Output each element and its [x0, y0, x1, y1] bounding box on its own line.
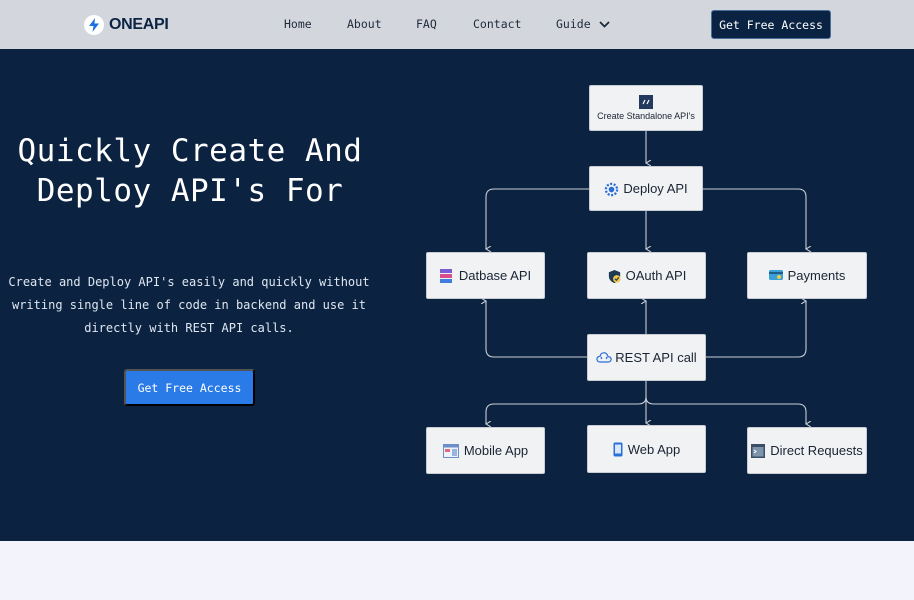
node-mobile-label: Mobile App	[463, 443, 529, 458]
nav-faq[interactable]: FAQ	[416, 17, 437, 31]
payment-card-icon	[768, 269, 783, 283]
app-window-icon	[442, 443, 459, 458]
bolt-icon	[84, 15, 104, 35]
node-payments[interactable]: Payments	[747, 252, 867, 299]
chevron-down-icon	[598, 17, 610, 31]
node-database-api[interactable]: Datbase API	[426, 252, 545, 299]
hero-section: Quickly Create And Deploy API's For Crea…	[0, 49, 914, 541]
node-oauth-api[interactable]: OAuth API	[587, 252, 706, 299]
phone-icon	[613, 442, 623, 457]
node-web-label: Web App	[627, 441, 681, 457]
node-deploy-api[interactable]: Deploy API	[589, 166, 703, 211]
gear-icon	[604, 182, 619, 196]
node-direct-requests[interactable]: Direct Requests	[747, 427, 867, 474]
node-web-app[interactable]: Web App	[587, 425, 706, 473]
cloud-api-icon	[596, 351, 613, 365]
shield-icon	[607, 269, 621, 283]
node-payments-label: Payments	[787, 268, 846, 283]
node-rest-api-call[interactable]: REST API call	[587, 334, 706, 381]
logo-text: ONEAPI	[109, 16, 169, 33]
nav-about[interactable]: About	[347, 17, 382, 31]
api-flow-diagram: Create Standalone API's Deploy API Datba…	[0, 49, 914, 541]
node-create-standalone-apis[interactable]: Create Standalone API's	[589, 85, 703, 131]
node-deploy-label: Deploy API	[623, 181, 688, 196]
database-icon	[439, 268, 454, 283]
code-window-icon	[639, 95, 653, 109]
node-direct-label: Direct Requests	[770, 443, 863, 458]
node-database-label: Datbase API	[458, 268, 532, 283]
nav-contact[interactable]: Contact	[473, 17, 521, 31]
next-section	[0, 541, 914, 600]
nav-guide[interactable]: Guide	[556, 17, 610, 31]
nav-guide-label: Guide	[556, 17, 591, 31]
terminal-icon	[751, 443, 766, 458]
node-mobile-app[interactable]: Mobile App	[426, 427, 545, 474]
get-free-access-nav-button[interactable]: Get Free Access	[711, 10, 831, 39]
node-rest-label: REST API call	[615, 350, 697, 365]
navbar: ONEAPI Home About FAQ Contact Guide Get …	[0, 0, 914, 49]
logo[interactable]: ONEAPI	[84, 14, 169, 36]
node-create-label: Create Standalone API's	[597, 111, 695, 121]
nav-home[interactable]: Home	[284, 17, 312, 31]
node-oauth-label: OAuth API	[625, 268, 687, 283]
